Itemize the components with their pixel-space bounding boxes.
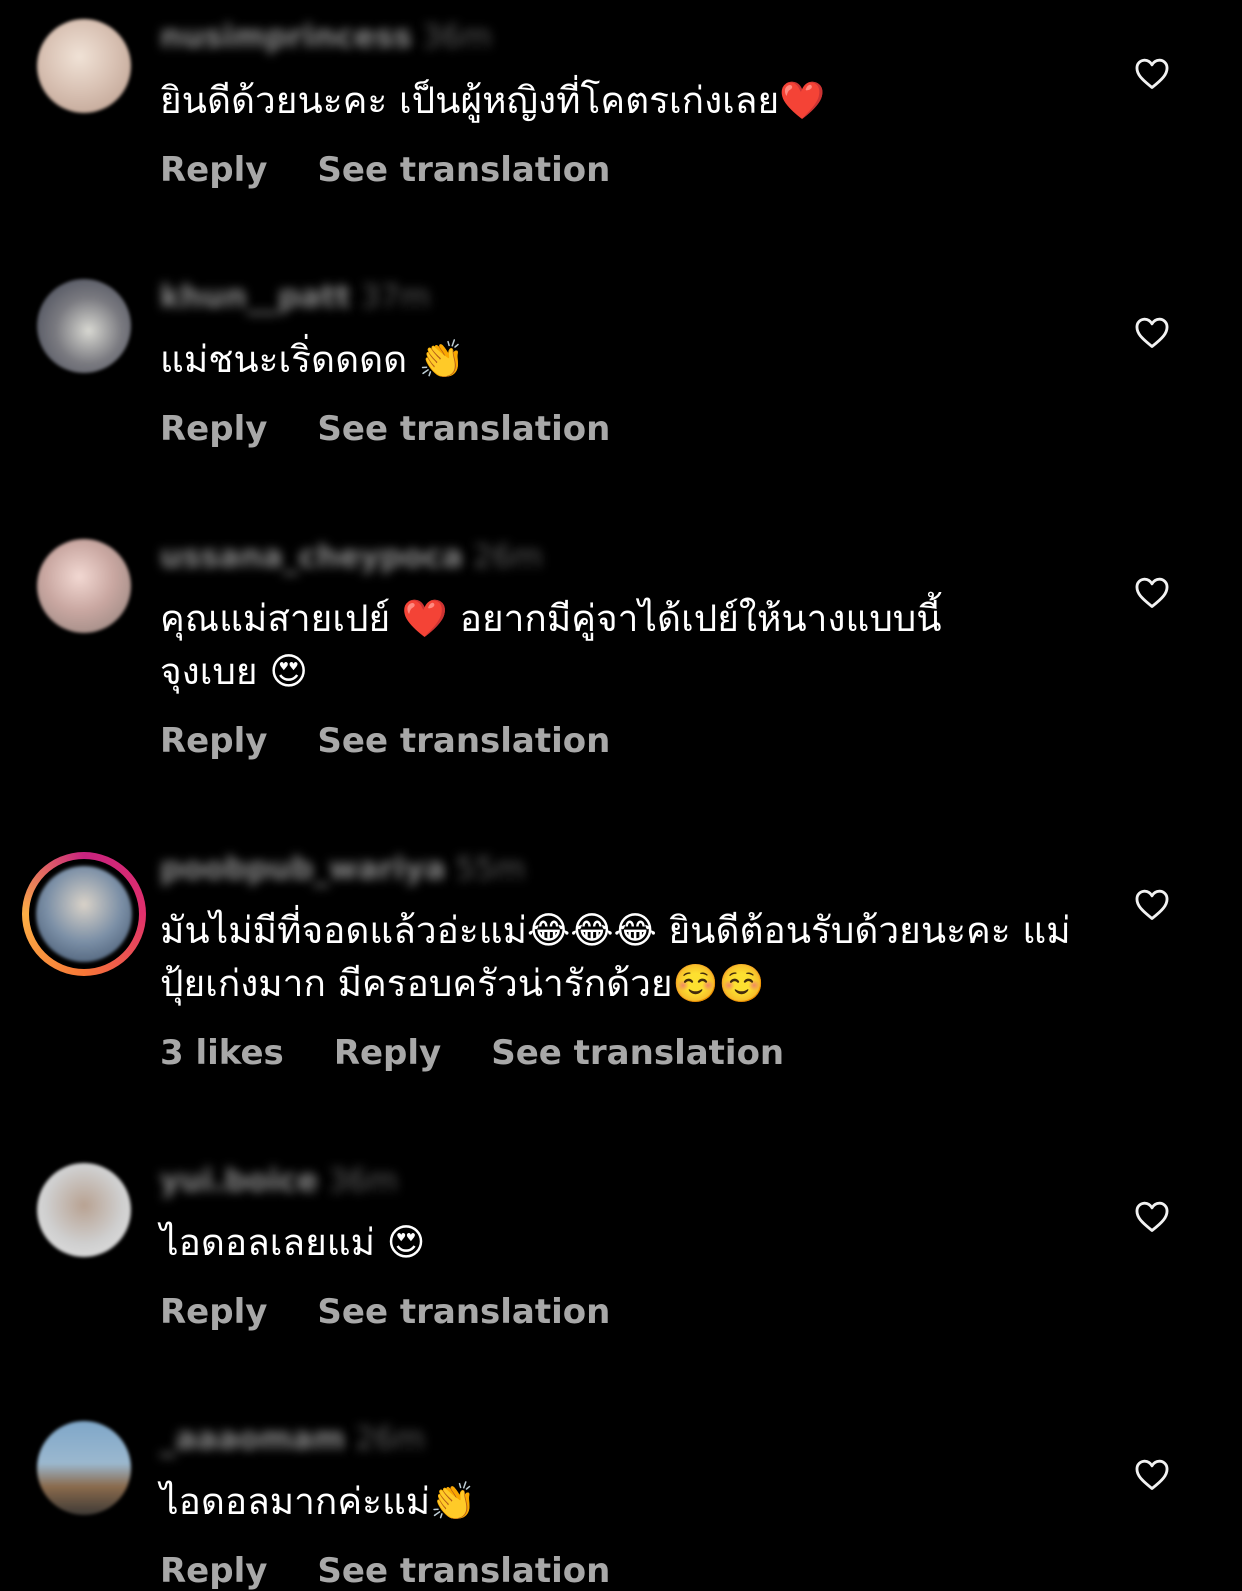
comment-actions: 3 likes Reply See translation — [160, 1033, 834, 1073]
comment-timestamp: 26m — [472, 539, 543, 575]
comment-actions: Reply See translation — [160, 150, 660, 190]
comment-timestamp: 26m — [355, 1421, 425, 1457]
comment-username[interactable]: _aaaomam — [160, 1421, 345, 1457]
comment-actions: Reply See translation — [160, 721, 660, 761]
comment-username[interactable]: yui.boice — [160, 1163, 318, 1199]
avatar[interactable] — [37, 1421, 131, 1515]
heart-icon[interactable] — [1133, 574, 1171, 612]
avatar[interactable] — [37, 1163, 131, 1257]
comment-meta: ussana_cheypoca 26m — [160, 537, 543, 577]
avatar-image — [36, 866, 132, 962]
avatar[interactable] — [37, 279, 131, 373]
reply-button[interactable]: Reply — [160, 409, 267, 449]
heart-icon[interactable] — [1133, 1456, 1171, 1494]
see-translation-button[interactable]: See translation — [317, 721, 610, 761]
see-translation-button[interactable]: See translation — [491, 1033, 784, 1073]
comment-timestamp: 37m — [360, 279, 431, 315]
reply-button[interactable]: Reply — [160, 721, 267, 761]
comment-actions: Reply See translation — [160, 1551, 660, 1591]
heart-icon[interactable] — [1133, 1198, 1171, 1236]
reply-button[interactable]: Reply — [160, 150, 267, 190]
comment-text: ไอดอลเลยแม่ 😍 — [160, 1221, 426, 1264]
comment-timestamp: 36m — [328, 1163, 398, 1199]
see-translation-button[interactable]: See translation — [317, 1292, 610, 1332]
comment-text: คุณแม่สายเปย์ ❤️ อยากมีคู่จาได้เปย์ให้นา… — [160, 597, 942, 693]
comment-meta: yui.boice 36m — [160, 1161, 398, 1201]
comment-meta: nusimprincess 36m — [160, 17, 492, 57]
comment-username[interactable]: khun__patt — [160, 279, 351, 315]
see-translation-button[interactable]: See translation — [317, 150, 610, 190]
reply-button[interactable]: Reply — [334, 1033, 441, 1073]
avatar[interactable] — [22, 852, 146, 976]
see-translation-button[interactable]: See translation — [317, 1551, 610, 1591]
heart-icon[interactable] — [1133, 886, 1171, 924]
comment-text: ยินดีด้วยนะคะ เป็นผู้หญิงที่โคตรเก่งเลย❤… — [160, 79, 826, 122]
comment-meta: poobpub_wariya 55m — [160, 849, 525, 889]
comment-text: มันไม่มีที่จอดแล้วอ่ะแม่😂😂😂 ยินดีต้อนรับ… — [160, 909, 1071, 1005]
comment-username[interactable]: poobpub_wariya — [160, 851, 446, 887]
comment-username[interactable]: ussana_cheypoca — [160, 539, 463, 575]
reply-button[interactable]: Reply — [160, 1292, 267, 1332]
comment-timestamp: 55m — [455, 851, 526, 887]
heart-icon[interactable] — [1133, 55, 1171, 93]
comment-username[interactable]: nusimprincess — [160, 19, 412, 55]
avatar[interactable] — [37, 19, 131, 113]
comment-timestamp: 36m — [422, 19, 492, 55]
reply-button[interactable]: Reply — [160, 1551, 267, 1591]
comment-actions: Reply See translation — [160, 409, 660, 449]
comment-text: ไอดอลมากค่ะแม่👏 — [160, 1480, 477, 1523]
likes-count[interactable]: 3 likes — [160, 1033, 284, 1073]
comment-meta: _aaaomam 26m — [160, 1419, 425, 1459]
heart-icon[interactable] — [1133, 314, 1171, 352]
see-translation-button[interactable]: See translation — [317, 409, 610, 449]
comment-meta: khun__patt 37m — [160, 277, 430, 317]
avatar[interactable] — [37, 539, 131, 633]
comment-actions: Reply See translation — [160, 1292, 660, 1332]
comment-text: แม่ชนะเริ่ดดดด 👏 — [160, 338, 465, 381]
